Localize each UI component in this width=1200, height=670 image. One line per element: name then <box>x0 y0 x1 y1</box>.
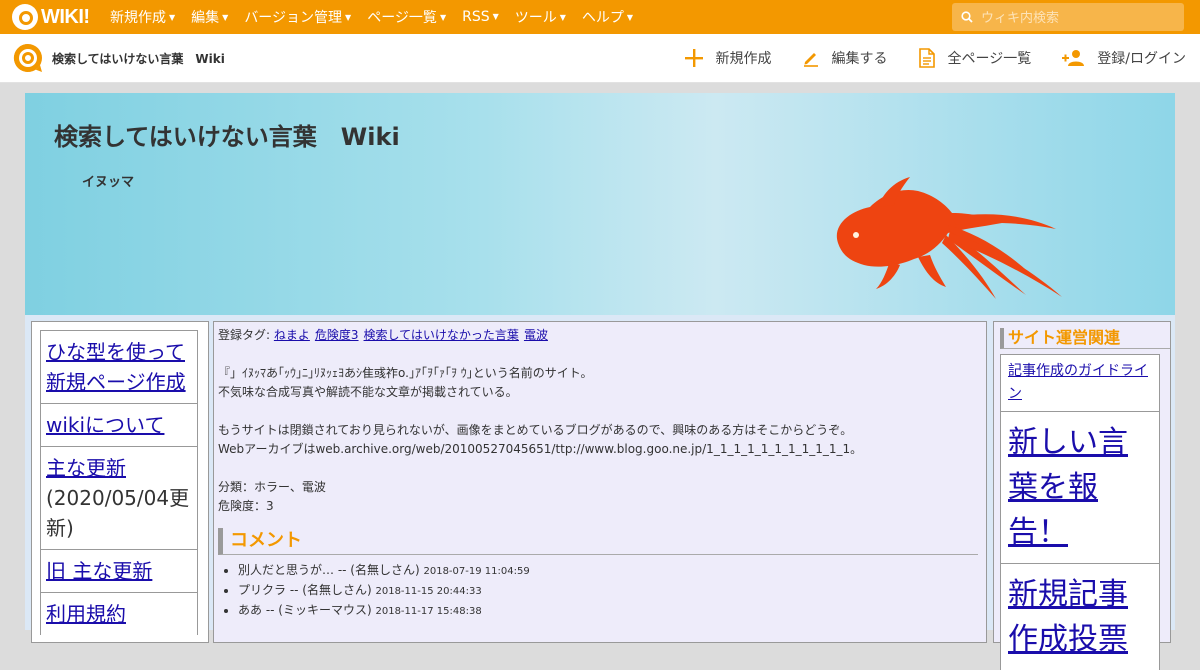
page-title[interactable]: 検索してはいけない言葉 Wiki <box>54 117 400 152</box>
left-nav-table: ひな型を使って新規ページ作成 wikiについて 主な更新 (2020/05/04更… <box>40 330 198 635</box>
menu-new[interactable]: 新規作成 ▼ <box>110 7 175 27</box>
right-item-vote[interactable]: 新規記事作成投票 <box>1000 563 1160 670</box>
add-user-icon <box>1062 50 1085 66</box>
nav-item-note: (2020/05/04更新) <box>46 486 190 540</box>
site-bar: 検索してはいけない言葉 Wiki 新規作成 編集する 全ページ一覧 登録/ログイ… <box>0 34 1200 83</box>
edit-button[interactable]: 編集する <box>802 48 888 68</box>
right-sidebar-heading: サイト運営関連 <box>1000 328 1170 349</box>
right-link[interactable]: 新しい言葉を報告！ <box>1008 425 1128 550</box>
caret-down-icon: ▼ <box>439 13 447 22</box>
top-bar: WIKI! 新規作成 ▼ 編集 ▼ バージョン管理 ▼ ページ一覧 ▼ RSS ▼ ツール… <box>0 0 1200 34</box>
comment-item: 別人だと思うが… -- (名無しさん) 2018-07-19 11:04:59 <box>238 561 978 581</box>
all-pages-button[interactable]: 全ページ一覧 <box>918 48 1032 68</box>
search-icon <box>961 11 973 23</box>
comment-text: プリクラ -- (名無しさん) <box>238 583 372 597</box>
atwiki-logo[interactable]: WIKI! <box>12 4 90 30</box>
new-page-label: 新規作成 <box>715 51 772 67</box>
caret-down-icon: ▼ <box>492 12 499 21</box>
caret-down-icon: ▼ <box>626 13 634 22</box>
edit-label: 編集する <box>831 51 888 67</box>
body-line: もうサイトは閉鎖されており見られないが、画像をまとめているブログがあるので、興味… <box>218 423 853 437</box>
right-sidebar: サイト運営関連 記事作成のガイドライン 新しい言葉を報告！ 新規記事作成投票 <box>993 321 1171 670</box>
comment-time: 2018-07-19 11:04:59 <box>423 566 530 577</box>
login-label: 登録/ログイン <box>1097 51 1186 67</box>
main-menu: 新規作成 ▼ 編集 ▼ バージョン管理 ▼ ページ一覧 ▼ RSS ▼ ツール ▼ ヘルプ ▼ <box>110 0 649 34</box>
right-nav-table: 記事作成のガイドライン 新しい言葉を報告！ 新規記事作成投票 <box>1000 354 1160 670</box>
comment-heading: コメント <box>218 528 978 555</box>
nav-link[interactable]: ひな型を使って新規ページ作成 <box>46 340 186 394</box>
caret-down-icon: ▼ <box>345 13 352 22</box>
comment-item: ああ -- (ミッキーマウス) 2018-11-17 15:48:38 <box>238 601 978 621</box>
menu-pages[interactable]: ページ一覧 ▼ <box>367 7 446 27</box>
comment-time: 2018-11-17 15:48:38 <box>375 606 482 617</box>
page-subtitle: イヌッマ <box>82 175 135 190</box>
search-input[interactable] <box>979 7 1179 29</box>
nav-item-about[interactable]: wikiについて <box>40 403 198 446</box>
tag-link[interactable]: 危険度3 <box>315 328 359 342</box>
comment-text: 別人だと思うが… -- (名無しさん) <box>238 563 420 577</box>
caret-down-icon: ▼ <box>222 13 229 22</box>
comment-time: 2018-11-15 20:44:33 <box>375 586 482 597</box>
caret-down-icon: ▼ <box>559 13 566 22</box>
right-link[interactable]: 記事作成のガイドライン <box>1008 363 1148 402</box>
nav-link[interactable]: wikiについて <box>46 413 164 437</box>
document-icon <box>918 48 935 68</box>
tag-link[interactable]: 電波 <box>524 328 548 342</box>
nav-item-old-updates[interactable]: 旧 主な更新 <box>40 549 198 592</box>
body-line: Webアーカイブはweb.archive.org/web/20100527045… <box>218 442 863 456</box>
nav-item-updates[interactable]: 主な更新 (2020/05/04更新) <box>40 446 198 549</box>
action-bar: 新規作成 編集する 全ページ一覧 登録/ログイン <box>654 34 1186 82</box>
header-banner: 検索してはいけない言葉 Wiki イヌッマ <box>25 93 1175 315</box>
comment-text: ああ -- (ミッキーマウス) <box>238 603 372 617</box>
all-pages-label: 全ページ一覧 <box>947 51 1032 67</box>
nav-link[interactable]: 利用規約 <box>46 602 126 626</box>
menu-help[interactable]: ヘルプ ▼ <box>582 7 633 27</box>
nav-link[interactable]: 旧 主な更新 <box>46 559 152 583</box>
category-line: 分類：ホラー、電波 <box>218 480 326 494</box>
comment-item: プリクラ -- (名無しさん) 2018-11-15 20:44:33 <box>238 581 978 601</box>
nav-item-terms[interactable]: 利用規約 <box>40 592 198 635</box>
body-line: 『」ｲﾇｯﾏあ｢ｯｳ｣ﾆ｣ﾘﾇｯｪﾖあｼ隹彧祚o.｣ｱ｢ｦ｢ｧ｢ｦ ｳ｣という名… <box>218 366 593 380</box>
nav-item-template[interactable]: ひな型を使って新規ページ作成 <box>40 330 198 403</box>
tag-list: 登録タグ: ねまよ 危険度3 検索してはいけなかった言葉 電波 <box>218 326 978 345</box>
login-button[interactable]: 登録/ログイン <box>1061 48 1186 68</box>
site-logo-icon[interactable] <box>12 42 44 74</box>
at-mark-icon <box>12 4 38 30</box>
menu-tools[interactable]: ツール ▼ <box>515 7 566 27</box>
right-link[interactable]: 新規記事作成投票 <box>1008 577 1128 657</box>
logo-text: WIKI! <box>41 5 90 28</box>
tag-link[interactable]: ねまよ <box>274 328 310 342</box>
menu-version[interactable]: バージョン管理 ▼ <box>244 7 351 27</box>
left-sidebar: ひな型を使って新規ページ作成 wikiについて 主な更新 (2020/05/04更… <box>31 321 209 643</box>
right-item-report[interactable]: 新しい言葉を報告！ <box>1000 411 1160 563</box>
tags-label: 登録タグ: <box>218 328 271 342</box>
search-box[interactable] <box>952 3 1184 31</box>
plus-icon <box>684 49 703 67</box>
caret-down-icon: ▼ <box>169 13 176 22</box>
main-content: 登録タグ: ねまよ 危険度3 検索してはいけなかった言葉 電波 『」ｲﾇｯﾏあ｢ｯｳ｣… <box>213 321 987 643</box>
right-item-guideline[interactable]: 記事作成のガイドライン <box>1000 354 1160 411</box>
menu-edit[interactable]: 編集 ▼ <box>191 7 228 27</box>
body-line: 不気味な合成写真や解読不能な文章が掲載されている。 <box>218 385 518 399</box>
menu-rss[interactable]: RSS ▼ <box>462 9 499 25</box>
comment-list: 別人だと思うが… -- (名無しさん) 2018-07-19 11:04:59 … <box>218 561 978 621</box>
pencil-icon <box>803 53 818 67</box>
nav-link[interactable]: 主な更新 <box>46 456 126 480</box>
danger-level-line: 危険度：3 <box>218 499 274 513</box>
site-name[interactable]: 検索してはいけない言葉 Wiki <box>52 50 225 67</box>
tag-link[interactable]: 検索してはいけなかった言葉 <box>364 328 519 342</box>
new-page-button[interactable]: 新規作成 <box>684 48 772 68</box>
goldfish-illustration <box>836 177 1062 299</box>
